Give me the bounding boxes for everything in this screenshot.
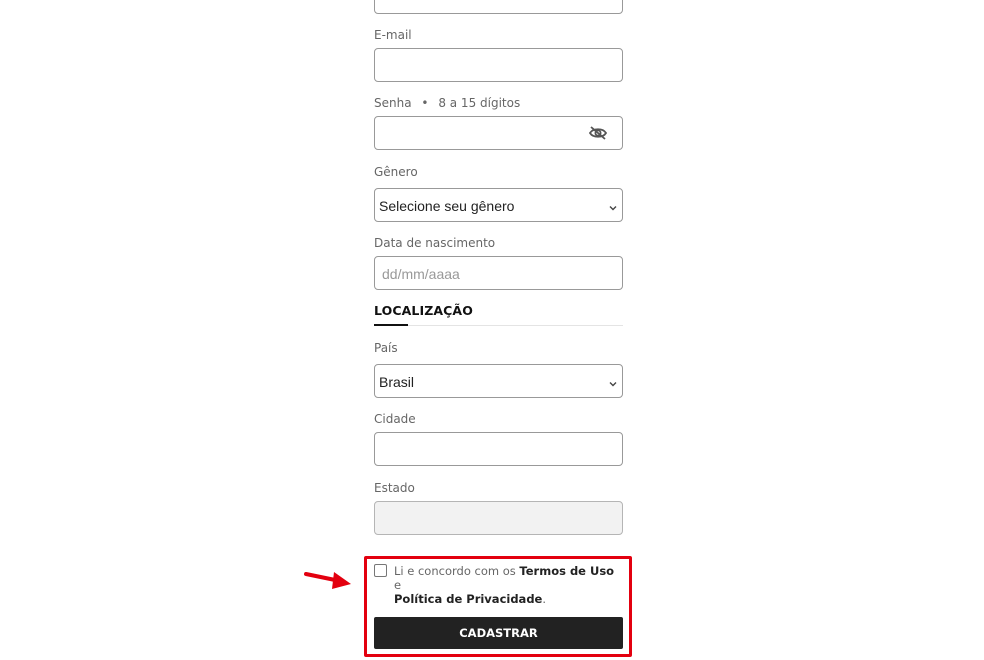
consent-text: Li e concordo com os Termos de Uso e Polí… <box>394 564 622 606</box>
gender-select[interactable]: Selecione seu gênero <box>374 188 623 222</box>
chevron-down-icon <box>608 200 618 211</box>
password-label-row: Senha • 8 a 15 dígitos <box>374 96 520 110</box>
city-field[interactable] <box>374 432 623 466</box>
previous-field[interactable] <box>374 0 623 14</box>
section-title-underline <box>374 324 408 326</box>
red-arrow-icon <box>304 568 352 590</box>
country-select[interactable]: Brasil <box>374 364 623 398</box>
country-label: País <box>374 341 398 355</box>
email-field[interactable] <box>374 48 623 82</box>
location-section-title: LOCALIZAÇÃO <box>374 303 473 318</box>
consent-middle: e <box>394 578 402 592</box>
password-label: Senha <box>374 96 412 110</box>
state-field <box>374 501 623 535</box>
email-label: E-mail <box>374 28 412 42</box>
consent-checkbox[interactable] <box>374 564 387 577</box>
consent-suffix: . <box>542 592 547 606</box>
password-field[interactable] <box>374 116 623 150</box>
gender-label: Gênero <box>374 165 418 179</box>
birthdate-label: Data de nascimento <box>374 236 496 250</box>
eye-slash-icon[interactable] <box>588 125 608 141</box>
terms-link[interactable]: Termos de Uso <box>519 564 614 578</box>
consent-prefix: Li e concordo com os <box>394 564 520 578</box>
gender-selected-value: Selecione seu gênero <box>379 198 515 214</box>
section-divider <box>374 325 623 326</box>
chevron-down-icon <box>608 376 618 387</box>
city-label: Cidade <box>374 412 416 426</box>
country-selected-value: Brasil <box>379 374 415 390</box>
password-label-separator: • <box>421 96 429 110</box>
privacy-link[interactable]: Política de Privacidade <box>394 592 542 606</box>
submit-button[interactable]: CADASTRAR <box>374 617 623 649</box>
birthdate-field[interactable]: dd/mm/aaaa <box>374 256 623 290</box>
state-label: Estado <box>374 481 415 495</box>
password-hint: 8 a 15 dígitos <box>438 96 521 110</box>
birthdate-placeholder: dd/mm/aaaa <box>382 266 460 282</box>
